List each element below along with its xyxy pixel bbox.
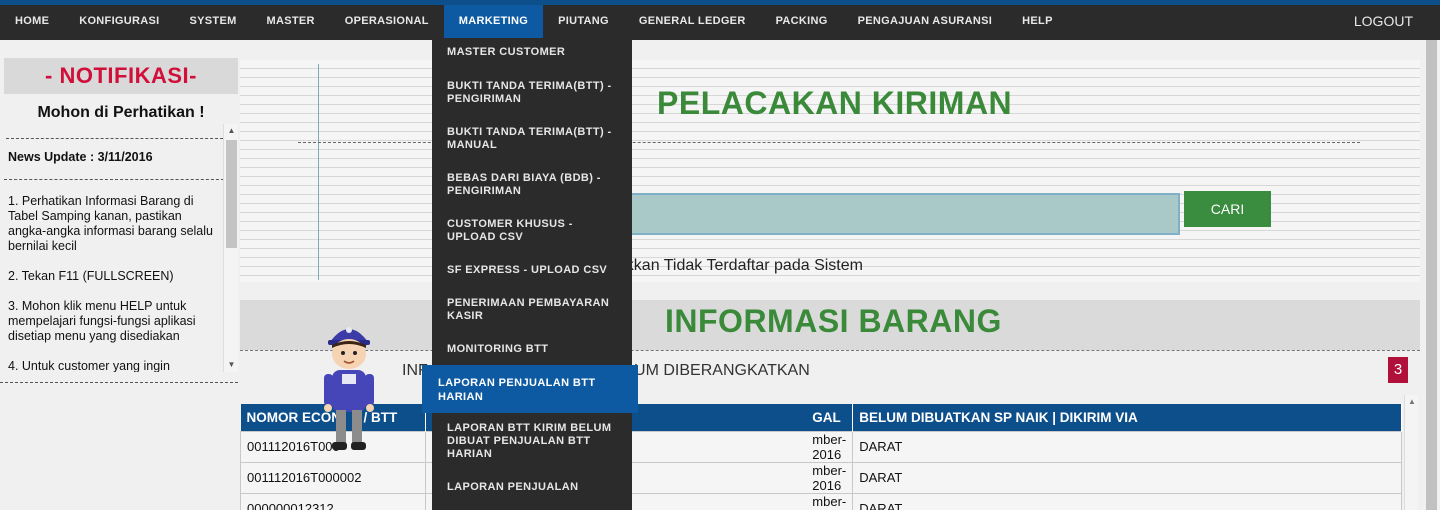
table-cell: DARAT — [852, 430, 1402, 463]
page-scrollbar[interactable] — [1423, 40, 1440, 510]
marketing-dropdown: MASTER CUSTOMER BUKTI TANDA TERIMA(BTT) … — [432, 38, 632, 510]
notification-scroll-area[interactable]: News Update : 3/11/2016 1. Perhatikan In… — [4, 124, 238, 372]
table-row[interactable]: 000000012312 mber-2016 DARAT — [239, 492, 1402, 510]
menu-item-btt-manual[interactable]: BUKTI TANDA TERIMA(BTT) - MANUAL — [432, 126, 632, 152]
nav-pengajuan-asuransi[interactable]: PENGAJUAN ASURANSI — [843, 5, 1008, 40]
notification-item: 1. Perhatikan Informasi Barang di Tabel … — [8, 194, 213, 253]
tracking-message: asukkan Tidak Terdaftar pada Sistem — [600, 257, 863, 274]
notification-body: News Update : 3/11/2016 1. Perhatikan In… — [4, 150, 224, 372]
menu-item-bdb-pengiriman[interactable]: BEBAS DARI BIAYA (BDB) - PENGIRIMAN — [432, 172, 632, 198]
scroll-up-icon[interactable]: ▲ — [1405, 395, 1419, 409]
table-cell: 000000012312 — [239, 492, 427, 510]
search-button[interactable]: CARI — [1184, 191, 1271, 227]
table-header-row: NOMOR ECON / BTT GAL BELUM DIBUATKAN SP … — [240, 404, 1402, 431]
logout-link[interactable]: LOGOUT — [1354, 5, 1413, 40]
menu-item-customer-khusus[interactable]: CUSTOMER KHUSUS - UPLOAD CSV — [432, 218, 632, 244]
divider — [0, 382, 238, 383]
nav-master[interactable]: MASTER — [252, 5, 330, 40]
table-cell: DARAT — [852, 461, 1402, 494]
divider — [318, 64, 319, 280]
table-row[interactable]: 001112016T000002 mber-2016 DARAT — [239, 461, 1402, 494]
nav-packing[interactable]: PACKING — [761, 5, 843, 40]
menu-item-penerimaan-kasir[interactable]: PENERIMAAN PEMBAYARAN KASIR — [432, 297, 632, 323]
nav-general-ledger[interactable]: GENERAL LEDGER — [624, 5, 761, 40]
notification-subtitle: Mohon di Perhatikan ! — [37, 104, 205, 121]
notification-item: 3. Mohon klik menu HELP untuk mempelajar… — [8, 299, 196, 343]
menu-item-laporan-penjualan[interactable]: LAPORAN PENJUALAN — [432, 481, 632, 494]
scrollbar-thumb[interactable] — [226, 140, 237, 248]
nav-operasional[interactable]: OPERASIONAL — [330, 5, 444, 40]
shipment-table: NOMOR ECON / BTT GAL BELUM DIBUATKAN SP … — [239, 404, 1402, 510]
table-cell: 001112016T000002 — [239, 461, 427, 494]
main-nav: HOME KONFIGURASI SYSTEM MASTER OPERASION… — [0, 5, 1068, 40]
notification-item: 2. Tekan F11 (FULLSCREEN) — [8, 269, 174, 283]
notification-scrollbar[interactable]: ▲ ▼ — [223, 124, 238, 372]
scrollbar-thumb[interactable] — [1426, 40, 1437, 510]
table-row[interactable]: 001112016T000 mber-2016 DARAT — [239, 430, 1402, 463]
menu-item-laporan-penjualan-btt-harian[interactable]: LAPORAN PENJUALAN BTT HARIAN — [438, 376, 618, 404]
notification-item: 4. Untuk customer yang ingin mengajukan … — [8, 359, 170, 372]
menu-item-monitoring-btt[interactable]: MONITORING BTT — [432, 343, 632, 356]
nav-home[interactable]: HOME — [0, 5, 64, 40]
table-cell: DARAT — [852, 492, 1402, 510]
divider — [4, 179, 224, 180]
table-scrollbar[interactable]: ▲ — [1404, 395, 1418, 510]
scroll-down-icon[interactable]: ▼ — [224, 358, 238, 372]
count-badge[interactable]: 3 — [1388, 357, 1408, 383]
notification-title: - NOTIFIKASI- — [4, 58, 238, 94]
nav-konfigurasi[interactable]: KONFIGURASI — [64, 5, 174, 40]
nav-system[interactable]: SYSTEM — [175, 5, 252, 40]
column-header[interactable]: BELUM DIBUATKAN SP NAIK | DIKIRIM VIA — [852, 404, 1402, 431]
news-update: News Update : 3/11/2016 — [8, 150, 153, 164]
top-navbar: HOME KONFIGURASI SYSTEM MASTER OPERASION… — [0, 0, 1440, 40]
menu-item-master-customer[interactable]: MASTER CUSTOMER — [432, 46, 632, 59]
scroll-up-icon[interactable]: ▲ — [224, 124, 238, 138]
info-title: INFORMASI BARANG — [665, 303, 1002, 339]
menu-item-btt-pengiriman[interactable]: BUKTI TANDA TERIMA(BTT) - PENGIRIMAN — [432, 80, 632, 106]
nav-piutang[interactable]: PIUTANG — [543, 5, 624, 40]
divider — [240, 350, 1420, 351]
courier-mascot-icon — [324, 327, 374, 450]
menu-item-laporan-btt-kirim[interactable]: LAPORAN BTT KIRIM BELUM DIBUAT PENJUALAN… — [432, 422, 632, 461]
tracking-title: PELACAKAN KIRIMAN — [657, 85, 1013, 121]
nav-help[interactable]: HELP — [1007, 5, 1068, 40]
menu-item-sf-express[interactable]: SF EXPRESS - UPLOAD CSV — [432, 264, 632, 277]
nav-marketing[interactable]: MARKETING — [443, 5, 544, 40]
